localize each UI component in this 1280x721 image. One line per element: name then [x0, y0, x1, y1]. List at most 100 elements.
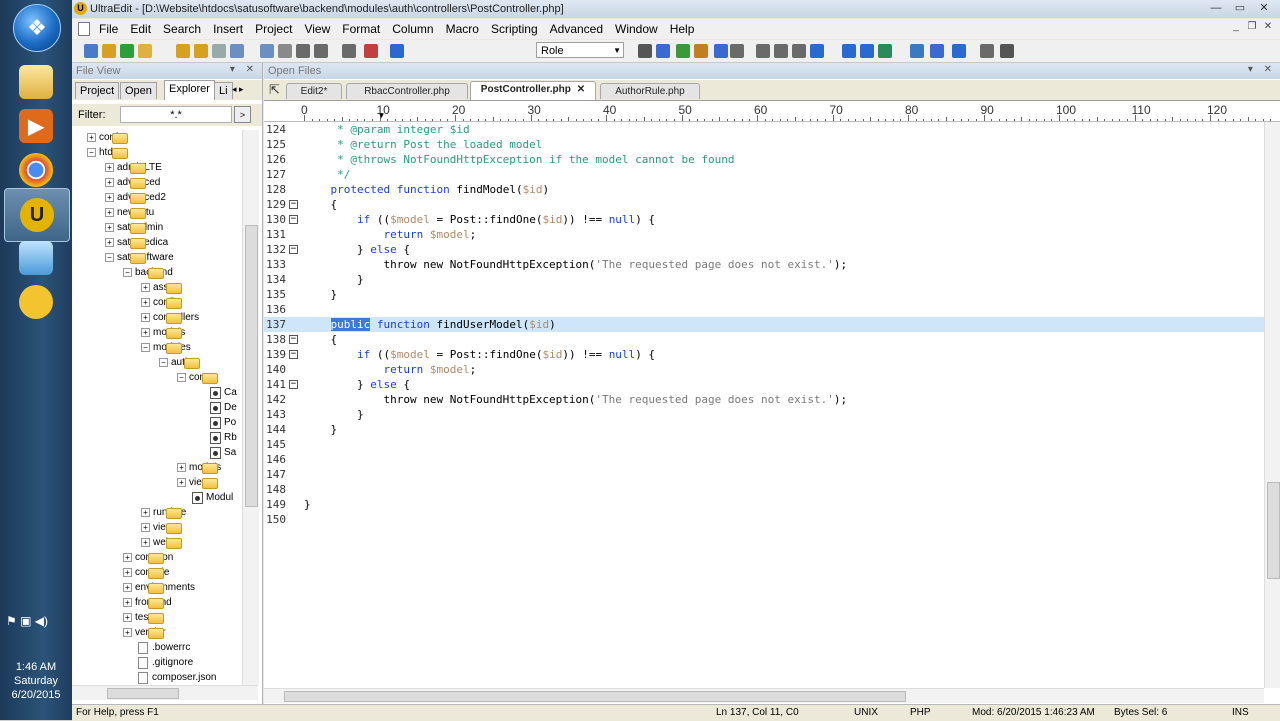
code-line[interactable]: 132− } else { — [264, 242, 1264, 257]
expand-icon[interactable]: + — [123, 568, 132, 577]
cut-icon[interactable] — [278, 44, 292, 58]
code-line[interactable]: 131 return $model; — [264, 227, 1264, 242]
code-line[interactable]: 138− { — [264, 332, 1264, 347]
code-line[interactable]: 149} — [264, 497, 1264, 512]
doc-restore-icon[interactable]: ❐ — [1244, 21, 1260, 32]
tree-item[interactable]: +advanced — [105, 175, 160, 190]
code-line[interactable]: 145 — [264, 437, 1264, 452]
status-line-ending[interactable]: UNIX — [854, 707, 878, 718]
compare-icon[interactable] — [930, 44, 944, 58]
bookmark-icon[interactable] — [714, 44, 728, 58]
expand-icon[interactable]: + — [87, 133, 96, 142]
scroll-thumb[interactable] — [284, 691, 906, 702]
code-line[interactable]: 137 public function findUserModel($id) — [264, 317, 1264, 332]
add-icon[interactable] — [120, 44, 134, 58]
role-combo[interactable]: Role ▼ — [536, 42, 624, 58]
tree-item[interactable]: +views — [141, 520, 182, 535]
menu-format[interactable]: Format — [336, 19, 386, 39]
code-line[interactable]: 144 } — [264, 422, 1264, 437]
expand-icon[interactable]: + — [105, 208, 114, 217]
start-button[interactable]: ❖ — [13, 4, 61, 52]
folder-icon[interactable] — [138, 44, 152, 58]
find-replace-icon[interactable] — [656, 44, 670, 58]
info-icon[interactable] — [952, 44, 966, 58]
close-icon[interactable]: ✕ — [1252, 1, 1276, 16]
new-file-icon[interactable] — [84, 44, 98, 58]
menu-search[interactable]: Search — [157, 19, 207, 39]
menu-view[interactable]: View — [298, 19, 336, 39]
code-line[interactable]: 139− if (($model = Post::findOne($id)) !… — [264, 347, 1264, 362]
tree-item[interactable]: +vendor — [123, 625, 166, 640]
browser-icon[interactable] — [910, 44, 924, 58]
tree-item[interactable]: composer.json — [123, 670, 216, 685]
file-tree-hscroll[interactable] — [72, 685, 258, 700]
tab-scroll-icon[interactable]: ◂ ▸ — [232, 84, 244, 95]
tab-authorrule[interactable]: AuthorRule.php — [600, 83, 700, 99]
editor-hscroll[interactable] — [264, 688, 1264, 703]
tree-item[interactable]: −htdocs — [87, 145, 128, 160]
expand-icon[interactable]: + — [141, 508, 150, 517]
collapse-icon[interactable]: − — [105, 253, 114, 262]
tab-project[interactable]: Project — [75, 82, 120, 99]
tab-close-icon[interactable]: ✕ — [577, 84, 585, 95]
collapse-icon[interactable]: − — [177, 373, 186, 382]
tree-item[interactable]: .gitignore — [123, 655, 193, 670]
code-line[interactable]: 126 * @throws NotFoundHttpException if t… — [264, 152, 1264, 167]
expand-icon[interactable]: + — [105, 238, 114, 247]
find-files-icon[interactable] — [676, 44, 690, 58]
expand-icon[interactable]: + — [105, 178, 114, 187]
tree-item[interactable]: Sa — [195, 445, 236, 460]
wrap-icon[interactable] — [792, 44, 806, 58]
filter-input[interactable]: *.* — [120, 106, 232, 123]
tab-lists[interactable]: Li — [214, 82, 233, 99]
document-icon[interactable] — [78, 22, 90, 36]
status-position[interactable]: Ln 137, Col 11, C0 — [716, 707, 799, 718]
fold-icon[interactable]: − — [289, 200, 298, 209]
fold-icon[interactable]: − — [289, 380, 298, 389]
tree-item[interactable]: −satusoftware — [105, 250, 174, 265]
tree-item[interactable]: +common — [123, 550, 173, 565]
panel-controls-icon[interactable]: ▾ ✕ — [1248, 64, 1276, 75]
binoculars-icon[interactable] — [638, 44, 652, 58]
fold-icon[interactable]: − — [289, 215, 298, 224]
tree-item[interactable]: Po — [195, 415, 236, 430]
expand-icon[interactable]: + — [141, 523, 150, 532]
tree-item[interactable]: +controllers — [141, 310, 199, 325]
collapse-icon[interactable]: − — [159, 358, 168, 367]
menu-macro[interactable]: Macro — [440, 19, 485, 39]
tree-item[interactable]: + tests — [123, 610, 164, 625]
menu-window[interactable]: Window — [609, 19, 664, 39]
minimize-icon[interactable]: — — [1204, 1, 1228, 16]
collapse-icon[interactable]: − — [87, 148, 96, 157]
code-line[interactable]: 135 } — [264, 287, 1264, 302]
menu-column[interactable]: Column — [386, 19, 439, 39]
tree-item[interactable]: −modules — [141, 340, 191, 355]
code-line[interactable]: 134 } — [264, 272, 1264, 287]
tree-item[interactable]: +views — [177, 475, 218, 490]
collapse-icon[interactable]: − — [141, 343, 150, 352]
tree-item[interactable]: Modul — [177, 490, 233, 505]
fold-icon[interactable]: − — [289, 245, 298, 254]
menu-project[interactable]: Project — [249, 19, 298, 39]
tab-edit2[interactable]: Edit2* — [286, 83, 342, 99]
tree-item[interactable]: +adminLTE — [105, 160, 162, 175]
code-line[interactable]: 141− } else { — [264, 377, 1264, 392]
clipboard-icon[interactable] — [342, 44, 356, 58]
tree-item[interactable]: + web — [141, 535, 182, 550]
tree-item[interactable]: −backend — [123, 265, 173, 280]
expand-icon[interactable]: + — [123, 553, 132, 562]
print-preview-icon[interactable] — [260, 44, 274, 58]
paste-icon[interactable] — [314, 44, 328, 58]
code-line[interactable]: 125 * @return Post the loaded model — [264, 137, 1264, 152]
tree-item[interactable]: +console — [123, 565, 169, 580]
goto-icon[interactable] — [694, 44, 708, 58]
tree-item[interactable]: De — [195, 400, 237, 415]
column-icon[interactable] — [730, 44, 744, 58]
tree-item[interactable]: −contro — [177, 370, 218, 385]
expand-icon[interactable]: + — [105, 163, 114, 172]
expand-icon[interactable]: + — [123, 598, 132, 607]
file-tree-vscroll[interactable] — [242, 130, 259, 685]
menu-insert[interactable]: Insert — [207, 19, 249, 39]
title-bar[interactable]: U UltraEdit - [D:\Website\htdocs\satusof… — [72, 0, 1280, 18]
fold-icon[interactable]: − — [289, 335, 298, 344]
